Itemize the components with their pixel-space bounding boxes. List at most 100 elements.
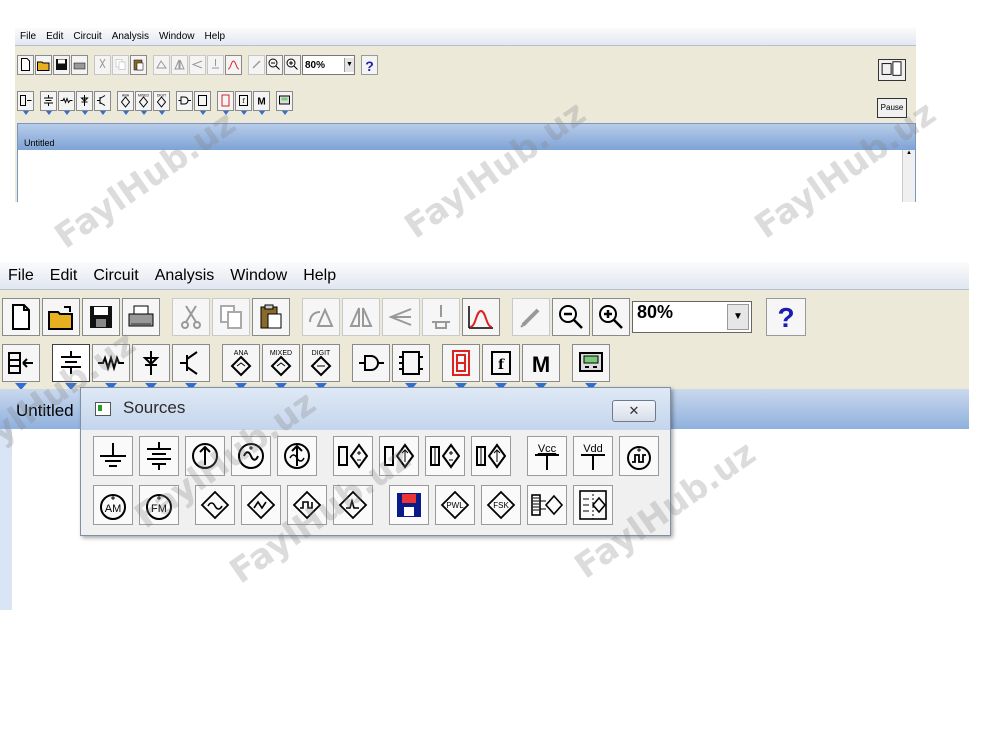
vccs-button[interactable] xyxy=(379,436,419,476)
help-button[interactable]: ? xyxy=(766,298,806,336)
flip-horizontal-button[interactable] xyxy=(171,55,188,75)
menu-window[interactable]: Window xyxy=(222,267,295,285)
component-properties-button[interactable] xyxy=(422,298,460,336)
diodes-bin-button[interactable] xyxy=(132,344,170,390)
ac-voltage-source-button[interactable] xyxy=(231,436,271,476)
menu-circuit[interactable]: Circuit xyxy=(68,31,106,42)
print-button[interactable] xyxy=(122,298,160,336)
cut-button[interactable] xyxy=(94,55,111,75)
flip-vertical-button[interactable] xyxy=(189,55,206,75)
save-button[interactable] xyxy=(53,55,70,75)
menu-analysis[interactable]: Analysis xyxy=(107,31,154,42)
zoom-select[interactable]: 80% ▼ xyxy=(632,301,752,333)
vertical-scrollbar[interactable]: ▲ xyxy=(902,150,915,202)
zoom-in-button[interactable] xyxy=(284,55,301,75)
miscellaneous-bin-button[interactable]: M xyxy=(253,91,270,115)
logic-gates-bin-button[interactable] xyxy=(176,91,193,111)
digital-ics-bin-button[interactable]: DIGIT xyxy=(153,91,170,115)
copy-button[interactable] xyxy=(212,298,250,336)
digital-bin-button[interactable] xyxy=(392,344,430,390)
paste-button[interactable] xyxy=(252,298,290,336)
ac-current-source-button[interactable] xyxy=(277,436,317,476)
analog-ics-bin-button[interactable]: ANA xyxy=(222,344,260,390)
instruments-bin-button[interactable] xyxy=(276,91,293,115)
ccvs-button[interactable] xyxy=(425,436,465,476)
menu-file[interactable]: File xyxy=(15,31,41,42)
create-subcircuit-button[interactable] xyxy=(225,55,242,75)
favorites-bin-button[interactable] xyxy=(17,91,34,115)
dc-current-source-button[interactable] xyxy=(185,436,225,476)
menu-file[interactable]: File xyxy=(0,267,42,285)
cut-button[interactable] xyxy=(172,298,210,336)
sources-bin-button[interactable] xyxy=(40,91,57,115)
new-button[interactable] xyxy=(2,298,40,336)
zoom-in-button[interactable] xyxy=(592,298,630,336)
am-source-button[interactable]: AM xyxy=(93,485,133,525)
menu-analysis[interactable]: Analysis xyxy=(147,267,223,285)
print-button[interactable] xyxy=(71,55,88,75)
menu-circuit[interactable]: Circuit xyxy=(85,267,146,285)
open-button[interactable] xyxy=(35,55,52,75)
zoom-out-button[interactable] xyxy=(266,55,283,75)
pause-button[interactable]: Pause xyxy=(877,98,907,118)
controlled-one-shot-button[interactable] xyxy=(527,485,567,525)
flip-horizontal-button[interactable] xyxy=(342,298,380,336)
cccs-button[interactable] xyxy=(471,436,511,476)
digital-ics-bin-button[interactable]: DIGIT xyxy=(302,344,340,390)
mixed-ics-bin-button[interactable]: MIXED xyxy=(262,344,300,390)
analysis-graphs-button[interactable] xyxy=(512,298,550,336)
basic-bin-button[interactable] xyxy=(58,91,75,115)
instruments-bin-button[interactable] xyxy=(572,344,610,390)
sources-bin-button[interactable] xyxy=(52,344,90,390)
indicators-bin-button[interactable] xyxy=(217,91,234,115)
menu-window[interactable]: Window xyxy=(154,31,200,42)
analog-ics-bin-button[interactable]: ANA xyxy=(117,91,134,115)
zoom-select[interactable]: 80% ▼ xyxy=(302,55,355,75)
vdd-source-button[interactable]: Vdd xyxy=(573,436,613,476)
miscellaneous-bin-button[interactable]: M xyxy=(522,344,560,390)
favorites-bin-button[interactable] xyxy=(2,344,40,390)
sources-title-bar[interactable]: Sources ✕ xyxy=(81,388,670,430)
save-button[interactable] xyxy=(82,298,120,336)
flip-vertical-button[interactable] xyxy=(382,298,420,336)
ground-button[interactable] xyxy=(93,436,133,476)
open-button[interactable] xyxy=(42,298,80,336)
indicators-bin-button[interactable] xyxy=(442,344,480,390)
pwl-source-button[interactable]: PWL xyxy=(435,485,475,525)
paste-button[interactable] xyxy=(130,55,147,75)
square-source-button[interactable] xyxy=(287,485,327,525)
logic-gates-bin-button[interactable] xyxy=(352,344,390,382)
menu-edit[interactable]: Edit xyxy=(42,267,86,285)
fm-source-button[interactable]: FM xyxy=(139,485,179,525)
diodes-bin-button[interactable] xyxy=(76,91,93,115)
menu-edit[interactable]: Edit xyxy=(41,31,68,42)
nonlinear-dependent-source-button[interactable] xyxy=(573,485,613,525)
digital-bin-button[interactable] xyxy=(194,91,211,115)
basic-bin-button[interactable] xyxy=(92,344,130,390)
power-switch[interactable] xyxy=(878,59,906,81)
controls-bin-button[interactable]: f xyxy=(482,344,520,390)
component-properties-button[interactable] xyxy=(207,55,224,75)
circuit-canvas[interactable]: ▲ xyxy=(18,150,915,202)
menu-help[interactable]: Help xyxy=(295,267,344,285)
battery-button[interactable] xyxy=(139,436,179,476)
create-subcircuit-button[interactable] xyxy=(462,298,500,336)
rotate-button[interactable] xyxy=(153,55,170,75)
fsk-source-button[interactable]: FSK xyxy=(481,485,521,525)
copy-button[interactable] xyxy=(112,55,129,75)
analysis-graphs-button[interactable] xyxy=(248,55,265,75)
file-source-button[interactable] xyxy=(389,485,429,525)
triangle-source-button[interactable] xyxy=(241,485,281,525)
vcvs-button[interactable] xyxy=(333,436,373,476)
rotate-button[interactable] xyxy=(302,298,340,336)
mixed-ics-bin-button[interactable]: MIXED xyxy=(135,91,152,115)
pulse-source-button[interactable] xyxy=(333,485,373,525)
new-button[interactable] xyxy=(17,55,34,75)
menu-help[interactable]: Help xyxy=(200,31,231,42)
zoom-out-button[interactable] xyxy=(552,298,590,336)
controls-bin-button[interactable]: f xyxy=(235,91,252,115)
transistors-bin-button[interactable] xyxy=(94,91,111,115)
fm-current-source-button[interactable] xyxy=(195,485,235,525)
clock-source-button[interactable] xyxy=(619,436,659,476)
help-button[interactable]: ? xyxy=(361,55,378,75)
